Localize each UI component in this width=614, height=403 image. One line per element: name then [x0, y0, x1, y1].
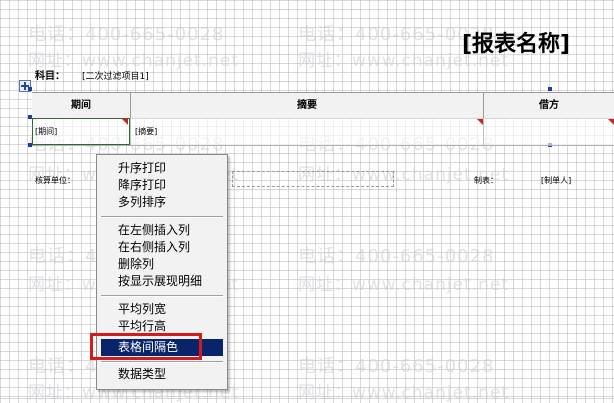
watermark-site: 网址：www.chanjet.net — [298, 383, 510, 403]
menu-separator — [101, 216, 223, 218]
subject-filter-field[interactable]: [二次过滤项目1] — [82, 69, 149, 82]
menu-item-insert-column-right[interactable]: 在右侧插入列 — [101, 239, 223, 256]
menu-item-show-details[interactable]: 按显示展现明细 — [101, 273, 223, 290]
unit-label: 核算单位： — [35, 176, 75, 185]
column-header-summary[interactable]: 摘要 — [131, 93, 483, 118]
watermark-phone: 电话：400-665-0028 — [28, 24, 225, 45]
column-divider — [483, 118, 484, 145]
menu-item-data-type[interactable]: 数据类型 — [101, 366, 223, 383]
cell-marker — [122, 119, 128, 125]
menu-item-delete-column[interactable]: 删除列 — [101, 256, 223, 273]
watermark-phone: 电话：400-665-0028 — [298, 356, 495, 377]
cell-marker — [608, 119, 614, 125]
menu-item-insert-column-left[interactable]: 在左侧插入列 — [101, 222, 223, 239]
menu-separator — [101, 295, 223, 297]
column-header-debit[interactable]: 借方 — [484, 93, 614, 118]
watermark-phone: 电话：400-665-0028 — [298, 246, 495, 267]
maker-label: 制表： — [474, 176, 498, 185]
cell-summary[interactable]: [摘要] — [135, 126, 157, 137]
report-title[interactable]: [报表名称] — [462, 26, 570, 58]
selected-cell[interactable] — [32, 118, 130, 145]
menu-item-sort-ascending-print[interactable]: 升序打印 — [101, 160, 223, 177]
column-divider — [130, 118, 131, 145]
menu-item-sort-descending-print[interactable]: 降序打印 — [101, 177, 223, 194]
selection-handle[interactable] — [28, 87, 32, 91]
maker-value[interactable]: [制单人] — [541, 175, 571, 186]
subject-label: 科目： — [35, 71, 65, 82]
selection-handle[interactable] — [548, 87, 552, 91]
table-header-row: 期间 摘要 借方 — [32, 92, 614, 119]
menu-item-average-column-width[interactable]: 平均列宽 — [101, 301, 223, 318]
cell-marker — [477, 119, 483, 125]
unit-field[interactable] — [232, 171, 394, 187]
column-header-period[interactable]: 期间 — [32, 93, 130, 118]
menu-separator — [101, 361, 223, 363]
annotation-highlight-box — [90, 333, 202, 360]
watermark-site: 网址：www.chanjet.net — [298, 275, 510, 295]
menu-item-multi-column-sort[interactable]: 多列排序 — [101, 194, 223, 211]
